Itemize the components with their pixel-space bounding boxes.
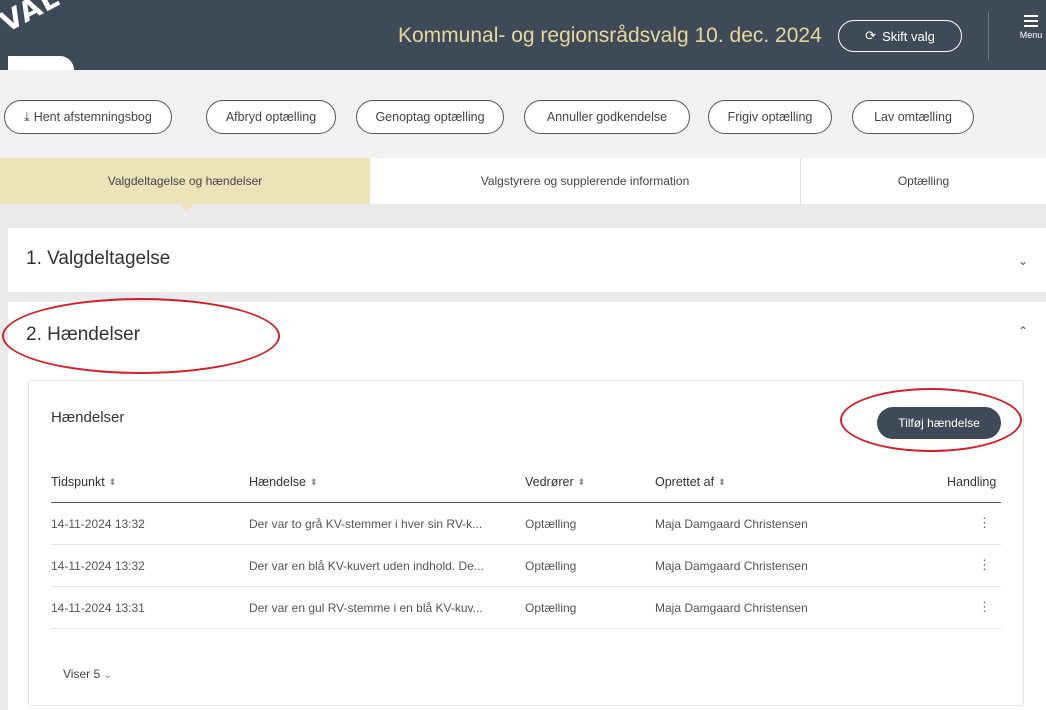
cell-concerns: Optælling: [525, 517, 577, 531]
cell-event: Der var en gul RV-stemme i en blå KV-kuv…: [249, 601, 483, 615]
top-header: VALG Kommunal- og regionsrådsvalg 10. de…: [0, 0, 1046, 70]
more-options-icon[interactable]: ⋮: [978, 557, 991, 573]
tab-bar: Valgdeltagelse og hændelser Valgstyrere …: [0, 158, 1046, 204]
cell-event: Der var to grå KV-stemmer i hver sin RV-…: [249, 517, 483, 531]
header-divider: [988, 12, 989, 60]
cell-time: 14-11-2024 13:31: [51, 601, 145, 615]
column-header-concerns[interactable]: Vedrører ⬍: [525, 475, 585, 489]
page-size-select[interactable]: Viser 5 ⌄: [63, 667, 112, 681]
cell-time: 14-11-2024 13:32: [51, 559, 145, 573]
table-row[interactable]: 14-11-2024 13:32 Der var en blå KV-kuver…: [51, 545, 1001, 587]
sort-icon: ⬍: [577, 476, 586, 487]
column-header-action: Handling: [947, 475, 997, 489]
tab-count[interactable]: Optælling: [800, 158, 1046, 204]
sort-icon: ⬍: [108, 476, 117, 487]
tab-turnout-events[interactable]: Valgdeltagelse og hændelser: [0, 158, 370, 204]
action-bar: ⤓ Hent afstemningsbog Afbryd optælling G…: [0, 70, 1046, 158]
column-header-time[interactable]: Tidspunkt ⬍: [51, 475, 116, 489]
cell-concerns: Optælling: [525, 601, 577, 615]
cell-created-by: Maja Damgaard Christensen: [655, 559, 808, 573]
logo[interactable]: VALG: [0, 0, 86, 70]
cell-created-by: Maja Damgaard Christensen: [655, 601, 808, 615]
release-count-button[interactable]: Frigiv optælling: [708, 100, 832, 134]
refresh-icon: ⟳: [865, 28, 877, 43]
section-title: 1. Valgdeltagelse: [26, 248, 171, 269]
events-panel-title: Hændelser: [51, 409, 125, 426]
sort-icon: ⬍: [718, 476, 726, 487]
annotation-circle-events-heading: [2, 298, 280, 374]
table-row[interactable]: 14-11-2024 13:31 Der var en gul RV-stemm…: [51, 587, 1001, 629]
more-options-icon[interactable]: ⋮: [978, 515, 991, 531]
column-header-created-by[interactable]: Oprettet af ⬍: [655, 475, 726, 489]
turnout-section-header[interactable]: 1. Valgdeltagelse ⌄: [8, 228, 1046, 292]
recount-button[interactable]: Lav omtælling: [852, 100, 974, 134]
active-tab-pointer: [180, 204, 194, 211]
cell-concerns: Optælling: [525, 559, 577, 573]
chevron-down-icon: ⌄: [1017, 254, 1028, 268]
cell-time: 14-11-2024 13:32: [51, 517, 145, 531]
cell-created-by: Maja Damgaard Christensen: [655, 517, 808, 531]
tab-election-officers[interactable]: Valgstyrere og supplerende information: [370, 158, 800, 204]
resume-count-button[interactable]: Genoptag optælling: [356, 100, 504, 134]
annotation-circle-add-event: [840, 388, 1022, 452]
hamburger-icon: [1024, 15, 1038, 27]
cancel-approval-button[interactable]: Annuller godkendelse: [524, 100, 690, 134]
column-header-event[interactable]: Hændelse ⬍: [249, 475, 318, 489]
change-election-button[interactable]: ⟳ Skift valg: [838, 20, 962, 52]
sort-icon: ⬍: [309, 476, 318, 487]
cell-event: Der var en blå KV-kuvert uden indhold. D…: [249, 559, 484, 573]
table-row[interactable]: 14-11-2024 13:32 Der var to grå KV-stemm…: [51, 503, 1001, 545]
chevron-up-icon[interactable]: ⌃: [1018, 324, 1028, 338]
download-poll-book-button[interactable]: ⤓ Hent afstemningsbog: [4, 100, 172, 134]
abort-count-button[interactable]: Afbryd optælling: [206, 100, 336, 134]
menu-button[interactable]: Menu: [1016, 12, 1046, 40]
election-title: Kommunal- og regionsrådsvalg 10. dec. 20…: [398, 24, 822, 47]
more-options-icon[interactable]: ⋮: [978, 599, 991, 615]
chevron-down-icon: ⌄: [103, 670, 112, 681]
download-icon: ⤓: [24, 109, 30, 124]
